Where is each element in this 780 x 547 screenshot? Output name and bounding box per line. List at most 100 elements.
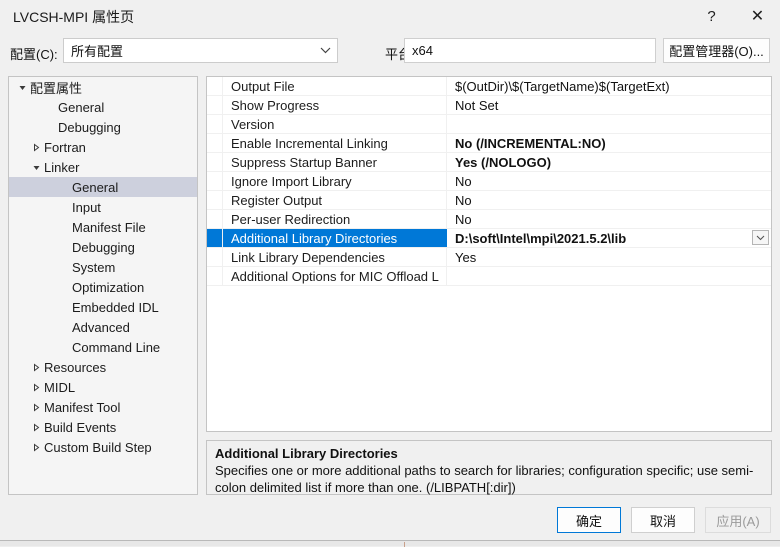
property-row[interactable]: Additional Options for MIC Offload L [207,267,771,286]
tree-item-debugging[interactable]: Debugging [9,237,197,257]
chevron-collapsed-icon[interactable] [29,143,43,152]
tree-item-optimization[interactable]: Optimization [9,277,197,297]
property-row-gutter [207,229,223,247]
property-row-gutter [207,267,223,285]
tree-item-general[interactable]: General [9,97,197,117]
tree-item-manifest-tool[interactable]: Manifest Tool [9,397,197,417]
tree-item-custom-build-step[interactable]: Custom Build Step [9,437,197,457]
property-value[interactable]: Yes [447,248,771,266]
close-icon[interactable]: ✕ [735,0,780,32]
chevron-expanded-icon[interactable] [15,83,29,92]
property-name: Per-user Redirection [223,210,447,228]
property-row-gutter [207,191,223,209]
description-title: Additional Library Directories [215,446,398,461]
property-value[interactable] [447,115,771,133]
property-value[interactable] [447,267,771,285]
platform-select[interactable]: x64 [404,38,656,63]
configuration-label: 配置(C): [10,47,58,62]
tree-item-label: Build Events [44,419,117,435]
property-name: Version [223,115,447,133]
chevron-collapsed-icon[interactable] [29,423,43,432]
configuration-select[interactable]: 所有配置 [63,38,338,63]
configuration-value: 所有配置 [71,44,124,59]
property-value-text: D:\soft\Intel\mpi\2021.5.2\lib [455,230,627,246]
tree-item-配置属性[interactable]: 配置属性 [9,77,197,97]
tree-item-linker[interactable]: Linker [9,157,197,177]
tree-item-system[interactable]: System [9,257,197,277]
chevron-collapsed-icon[interactable] [29,403,43,412]
property-value[interactable]: No (/INCREMENTAL:NO) [447,134,771,152]
tree-item-advanced[interactable]: Advanced [9,317,197,337]
configuration-tree[interactable]: 配置属性 General Debugging Fortran Linker General… [8,76,198,495]
property-row[interactable]: Ignore Import Library No [207,172,771,191]
property-row[interactable]: Output File $(OutDir)\$(TargetName)$(Targ… [207,77,771,96]
property-row-gutter [207,153,223,171]
tree-item-label: System [72,259,116,275]
property-row-gutter [207,96,223,114]
property-value-dropdown-button[interactable] [752,230,769,245]
property-value[interactable]: D:\soft\Intel\mpi\2021.5.2\lib [447,229,771,247]
property-value[interactable]: Yes (/NOLOGO) [447,153,771,171]
tree-item-input[interactable]: Input [9,197,197,217]
property-pages-dialog: LVCSH-MPI 属性页 ? ✕ 配置(C): 所有配置 平台(P): x64… [0,0,780,540]
tree-item-label: Embedded IDL [72,299,159,315]
tree-item-label: General [58,99,105,115]
tree-item-midl[interactable]: MIDL [9,377,197,397]
tree-item-build-events[interactable]: Build Events [9,417,197,437]
property-value[interactable]: Not Set [447,96,771,114]
property-row[interactable]: Register Output No [207,191,771,210]
property-row[interactable]: Link Library Dependencies Yes [207,248,771,267]
property-row[interactable]: Enable Incremental Linking No (/INCREMENT… [207,134,771,153]
property-name: Link Library Dependencies [223,248,447,266]
property-name: Output File [223,77,447,95]
property-row-gutter [207,210,223,228]
property-value-text: Yes [455,249,477,265]
property-value-text: No [455,192,472,208]
chevron-collapsed-icon[interactable] [29,443,43,452]
property-description-panel: Additional Library Directories Specifies… [206,440,772,495]
property-row[interactable]: Suppress Startup Banner Yes (/NOLOGO) [207,153,771,172]
configuration-bar: 配置(C): 所有配置 平台(P): x64 配置管理器(O)... [0,38,780,68]
ok-button[interactable]: 确定 [557,507,621,533]
tree-item-label: Input [72,199,101,215]
tree-item-command-line[interactable]: Command Line [9,337,197,357]
property-row-gutter [207,248,223,266]
property-value-text: No (/INCREMENTAL:NO) [455,135,606,151]
property-row[interactable]: Additional Library Directories D:\soft\In… [207,229,771,248]
tree-item-embedded-idl[interactable]: Embedded IDL [9,297,197,317]
help-icon[interactable]: ? [689,0,734,32]
chevron-collapsed-icon[interactable] [29,363,43,372]
tree-item-fortran[interactable]: Fortran [9,137,197,157]
tree-item-label: General [72,179,119,195]
property-row-gutter [207,115,223,133]
property-value[interactable]: No [447,172,771,190]
chevron-expanded-icon[interactable] [29,163,43,172]
background-window-strip [0,540,780,547]
cancel-button[interactable]: 取消 [631,507,695,533]
property-value-text: No [455,173,472,189]
configuration-manager-button[interactable]: 配置管理器(O)... [663,38,770,63]
chevron-down-icon [320,39,331,62]
tree-item-label: 配置属性 [30,80,83,96]
tree-item-label: Manifest File [72,219,146,235]
background-window-divider [404,542,405,547]
tree-item-label: Resources [44,359,107,375]
property-value[interactable]: $(OutDir)\$(TargetName)$(TargetExt) [447,77,771,95]
tree-item-label: Command Line [72,339,161,355]
property-row[interactable]: Show Progress Not Set [207,96,771,115]
property-value[interactable]: No [447,191,771,209]
property-name: Enable Incremental Linking [223,134,447,152]
tree-item-manifest-file[interactable]: Manifest File [9,217,197,237]
property-row[interactable]: Version [207,115,771,134]
property-value-text: Not Set [455,97,499,113]
tree-item-debugging[interactable]: Debugging [9,117,197,137]
property-name: Register Output [223,191,447,209]
apply-button: 应用(A) [705,507,771,533]
chevron-collapsed-icon[interactable] [29,383,43,392]
property-row[interactable]: Per-user Redirection No [207,210,771,229]
property-grid[interactable]: Output File $(OutDir)\$(TargetName)$(Targ… [206,76,772,432]
property-value[interactable]: No [447,210,771,228]
tree-item-general[interactable]: General [9,177,197,197]
property-row-gutter [207,134,223,152]
tree-item-resources[interactable]: Resources [9,357,197,377]
